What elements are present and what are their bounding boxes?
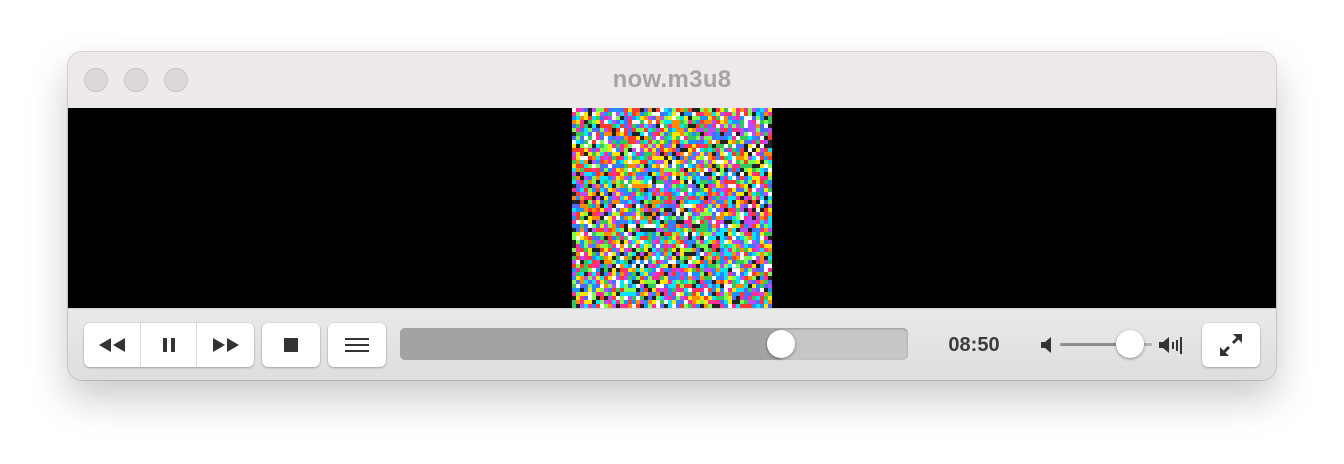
seek-bar-progress (400, 328, 781, 360)
playlist-button-group (328, 323, 386, 367)
fast-forward-icon (212, 338, 239, 352)
video-area[interactable] (68, 108, 1276, 308)
transport-buttons (84, 323, 254, 367)
seek-bar[interactable] (400, 328, 908, 360)
stop-button[interactable] (262, 323, 320, 367)
rewind-icon (99, 338, 125, 352)
player-window: now.m3u8 08:50 (68, 52, 1276, 380)
control-bar: 08:50 (68, 308, 1276, 380)
volume-low-icon[interactable] (1040, 335, 1054, 355)
pause-button[interactable] (141, 323, 197, 367)
volume-high-icon[interactable] (1158, 335, 1184, 355)
seek-knob[interactable] (767, 330, 795, 358)
window-title: now.m3u8 (612, 66, 732, 93)
volume-knob[interactable] (1115, 330, 1144, 358)
fullscreen-button[interactable] (1202, 323, 1260, 367)
stop-icon (284, 338, 298, 352)
rewind-button[interactable] (84, 323, 141, 367)
playlist-icon (345, 338, 369, 352)
playlist-button[interactable] (328, 323, 386, 367)
stop-button-group (262, 323, 320, 367)
fast-forward-button[interactable] (197, 323, 254, 367)
video-frame-noise (572, 108, 772, 308)
fullscreen-icon (1220, 334, 1242, 356)
fullscreen-button-group (1202, 323, 1260, 367)
title-bar[interactable]: now.m3u8 (68, 52, 1276, 108)
pause-icon (162, 338, 175, 352)
elapsed-time: 08:50 (948, 334, 1000, 356)
